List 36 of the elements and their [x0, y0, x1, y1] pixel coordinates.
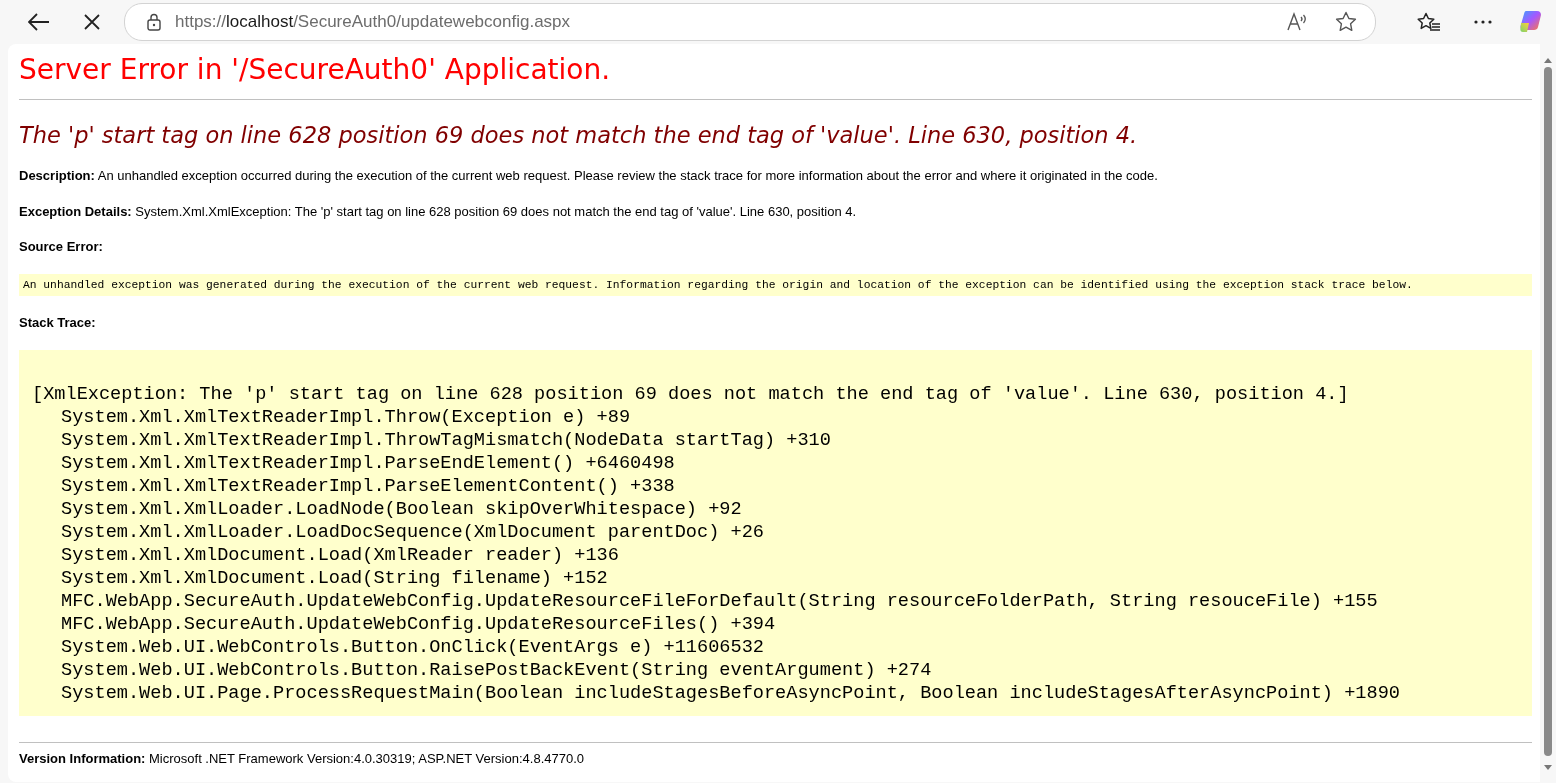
stack-frame-line: System.Xml.XmlLoader.LoadNode(Boolean skipOverWhitespace) +92 [61, 498, 742, 521]
lock-icon [147, 12, 161, 31]
address-bar[interactable]: https://localhost/SecureAuth0/updatewebconfig.aspx [124, 2, 1376, 41]
stack-frame-line: System.Web.UI.WebControls.Button.RaisePostBackEvent(String eventArgument) +274 [61, 659, 932, 682]
stack-frame-line: MFC.WebApp.SecureAuth.UpdateWebConfig.UpdateResourceFiles() +394 [61, 613, 776, 636]
stack-trace-heading: Stack Trace: [19, 315, 97, 331]
stack-frame-line: System.Xml.XmlLoader.LoadDocSequence(XmlDocument parentDoc) +26 [61, 521, 764, 544]
address-text: https://localhost/SecureAuth0/updatewebconfig.aspx [175, 11, 572, 32]
version-information-text: Version Information: Microsoft .NET Framework Version:4.0.30319; ASP.NET Version:4.8.4770.0 [19, 751, 586, 767]
description-text: Description: An unhandled exception occurred during the execution of the current web request. Please review the stack trace for more information about the error and where it originated in the code. [19, 168, 1159, 184]
star-list-icon [1417, 11, 1441, 32]
source-error-text: An unhandled exception was generated during the execution of the current web request. Information regarding the origin and location of the exception can be identified using the exception stack trace below. [19, 274, 1532, 296]
copilot-logo-icon [1518, 8, 1544, 35]
scrollbar-thumb[interactable] [1544, 67, 1552, 756]
scroll-down-arrow-icon[interactable] [1543, 764, 1553, 772]
exception-line: [XmlException: The 'p' start tag on line 628 position 69 does not match the end tag of 'value'. Line 630, position 4.] [32, 383, 1349, 406]
star-icon[interactable] [1335, 11, 1357, 32]
stack-frame-line: MFC.WebApp.SecureAuth.UpdateWebConfig.UpdateResourceFileForDefault(String resourceFolderPath, String resouceFile) +155 [61, 590, 1378, 613]
close-icon [84, 13, 100, 30]
stack-frame-line: System.Xml.XmlTextReaderImpl.ThrowTagMismatch(NodeData startTag) +310 [61, 429, 831, 452]
error-message: The 'p' start tag on line 628 position 69 does not match the end tag of 'value'. Line 630, position 4. [19, 121, 1139, 150]
source-error-heading: Source Error: [19, 239, 104, 255]
stack-frame-line: System.Xml.XmlTextReaderImpl.ParseElementContent() +338 [61, 475, 675, 498]
scrollbar[interactable] [1540, 44, 1556, 782]
stack-frame-line: System.Web.UI.Page.ProcessRequestMain(Boolean includeStagesBeforeAsyncPoint, Boolean includeStagesAfterAsyncPoint) +1890 [61, 682, 1400, 705]
error-title: Server Error in '/SecureAuth0' Application. [19, 52, 612, 88]
scroll-up-arrow-icon[interactable] [1543, 56, 1553, 64]
ellipsis-icon [1474, 19, 1492, 24]
read-aloud-icon[interactable] [1287, 11, 1309, 32]
stack-frame-line: System.Xml.XmlTextReaderImpl.Throw(Exception e) +89 [61, 406, 631, 429]
stack-frame-line: System.Xml.XmlDocument.Load(String filename) +152 [61, 567, 608, 590]
stack-frame-line: System.Web.UI.WebControls.Button.OnClick(EventArgs e) +11606532 [61, 636, 764, 659]
stack-frame-line: System.Xml.XmlTextReaderImpl.ParseEndElement() +6460498 [61, 452, 675, 475]
exception-details-text: Exception Details: System.Xml.XmlException: The 'p' start tag on line 628 position 69 does not match the end tag of 'value'. Line 630, position 4. [19, 204, 858, 220]
stack-frame-line: System.Xml.XmlDocument.Load(XmlReader reader) +136 [61, 544, 619, 567]
back-arrow-icon [28, 12, 50, 31]
